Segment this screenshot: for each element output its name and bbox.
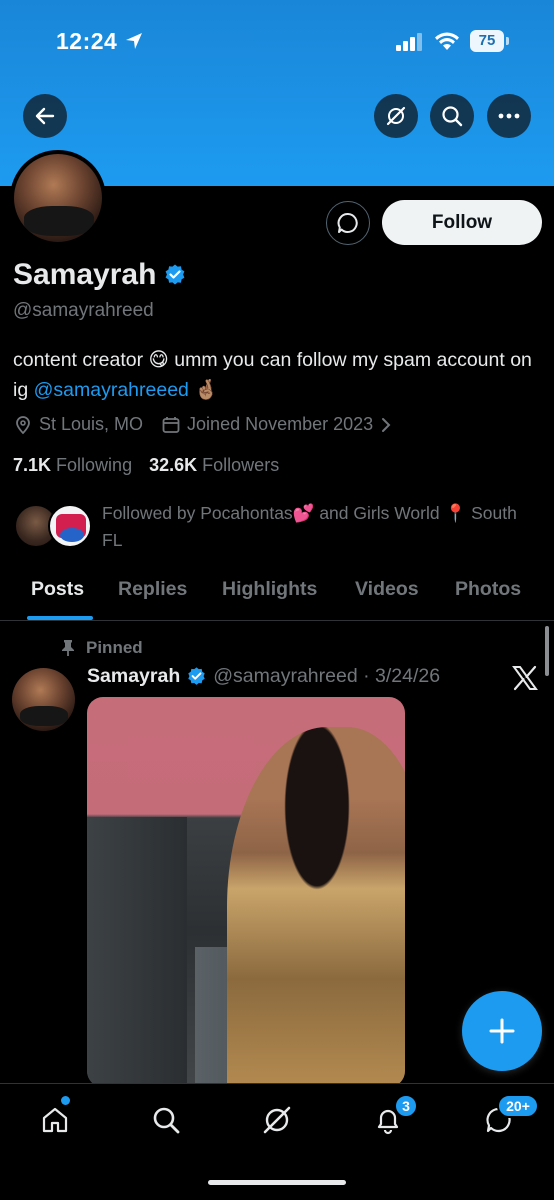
follow-stats: 7.1K Following 32.6K Followers (13, 455, 279, 476)
profile-handle: @samayrahreed (13, 300, 154, 321)
nav-grok[interactable] (259, 1102, 295, 1138)
tab-videos[interactable]: Videos (355, 578, 419, 601)
battery-icon: 75 (470, 30, 510, 52)
location-text: St Louis, MO (39, 414, 144, 434)
message-button[interactable] (326, 201, 370, 245)
followed-by-row[interactable]: Followed by Pocahontas💕 and Girls World … (14, 502, 544, 552)
back-button[interactable] (23, 94, 67, 138)
tab-posts[interactable]: Posts (31, 578, 84, 601)
more-options-button[interactable] (487, 94, 531, 138)
tab-highlights[interactable]: Highlights (222, 578, 317, 601)
cellular-signal-icon (396, 33, 422, 51)
more-dots-icon (498, 113, 520, 119)
followers-label: Followers (202, 455, 280, 475)
nav-home[interactable] (37, 1102, 73, 1138)
notifications-badge: 3 (394, 1094, 418, 1118)
message-bubble-icon (337, 213, 358, 233)
following-link[interactable]: 7.1K Following (13, 455, 132, 475)
nav-search[interactable] (148, 1102, 184, 1138)
post-author-avatar[interactable] (12, 668, 75, 731)
compose-button[interactable] (462, 991, 542, 1071)
back-arrow-icon (35, 107, 55, 125)
pinned-label-row: Pinned (60, 638, 143, 658)
plus-icon (489, 1018, 515, 1044)
location-arrow-icon (126, 33, 142, 49)
follower-avatar (48, 504, 92, 548)
pin-icon (62, 640, 74, 656)
x-logo-icon[interactable] (512, 665, 538, 691)
following-label: Following (56, 455, 133, 475)
followers-count: 32.6K (149, 455, 198, 475)
chevron-right-icon (382, 417, 391, 432)
followed-by-text: Followed by Pocahontas💕 and Girls World … (102, 503, 517, 550)
location-pin-icon (16, 415, 30, 434)
post-author-name[interactable]: Samayrah (87, 665, 180, 688)
home-indicator (208, 1180, 346, 1185)
location-item: St Louis, MO (13, 414, 143, 435)
calendar-icon (162, 416, 180, 433)
profile-bio: content creator 😋 umm you can follow my … (13, 345, 533, 405)
home-icon (42, 1107, 68, 1133)
bio-mention-link[interactable]: @samayrahreeed (34, 379, 189, 401)
post-handle-date: @samayrahreed · 3/24/26 (213, 665, 441, 687)
active-tab-indicator (27, 616, 93, 620)
profile-avatar[interactable] (10, 150, 106, 246)
wifi-icon (435, 32, 459, 50)
profile-name-row: Samayrah (13, 258, 187, 292)
pinned-label: Pinned (86, 638, 143, 657)
post-video-thumbnail[interactable] (87, 697, 405, 1087)
profile-name: Samayrah (13, 258, 157, 291)
search-button[interactable] (430, 94, 474, 138)
following-count: 7.1K (13, 455, 52, 475)
follow-button[interactable]: Follow (382, 200, 542, 245)
home-unread-dot (61, 1096, 70, 1105)
verified-badge-icon[interactable] (163, 263, 187, 287)
tab-photos[interactable]: Photos (455, 578, 521, 601)
bio-emoji: 🤞🏽 (194, 379, 219, 401)
profile-meta: St Louis, MO Joined November 2023 (13, 414, 397, 435)
profile-tabs: Posts Replies Highlights Videos Photos (0, 566, 554, 621)
scrollbar[interactable] (545, 626, 549, 676)
joined-text: Joined November 2023 (187, 414, 374, 434)
status-bar: 12:24 75 (0, 0, 554, 84)
joined-item[interactable]: Joined November 2023 (161, 414, 397, 435)
grok-icon (263, 1106, 291, 1134)
tab-replies[interactable]: Replies (118, 578, 187, 601)
search-icon (153, 1107, 180, 1134)
followers-link[interactable]: 32.6K Followers (149, 455, 279, 475)
grok-button[interactable] (374, 94, 418, 138)
search-icon (442, 106, 463, 127)
battery-level: 75 (470, 30, 504, 52)
status-time: 12:24 (56, 28, 118, 54)
messages-badge: 20+ (497, 1094, 539, 1118)
grok-icon (386, 106, 406, 126)
post-header: Samayrah @samayrahreed · 3/24/26 (87, 665, 440, 688)
verified-badge-icon (188, 667, 205, 685)
